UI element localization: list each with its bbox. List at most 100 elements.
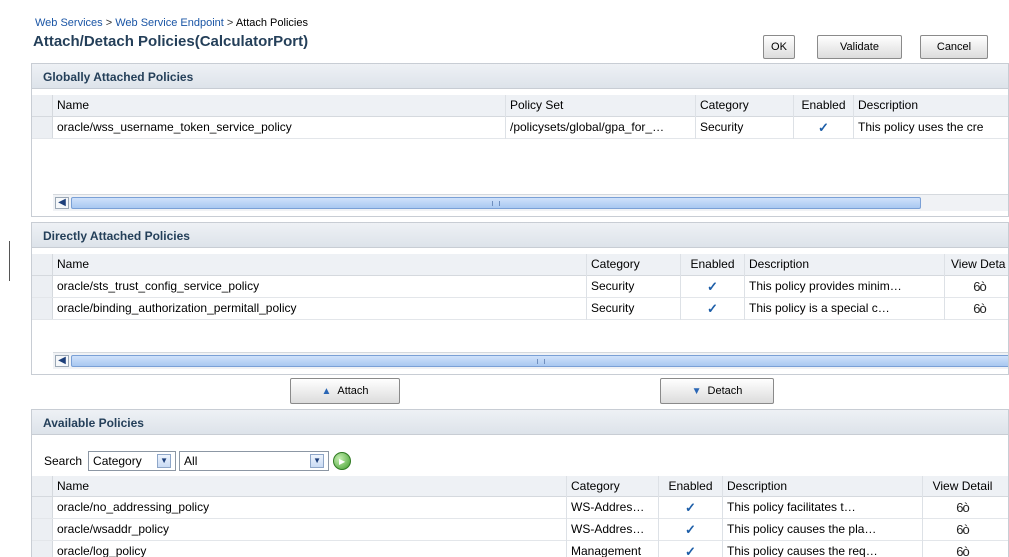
table-row[interactable]: oracle/no_addressing_policy WS-Addres… ✓… <box>32 497 1008 519</box>
view-detail-glasses-icon[interactable]: 6ò <box>944 276 1008 298</box>
row-gutter <box>32 298 53 319</box>
policy-description: This policy uses the cre <box>853 117 1008 139</box>
column-header-view-detail[interactable]: View Deta <box>944 254 1008 276</box>
breadcrumb: Web Services > Web Service Endpoint > At… <box>35 17 308 29</box>
policy-name: oracle/wss_username_token_service_policy <box>57 120 292 134</box>
cancel-button[interactable]: Cancel <box>920 35 988 59</box>
policy-description: This policy is a special c… <box>744 298 944 320</box>
row-gutter <box>32 519 53 540</box>
column-header-category[interactable]: Category <box>695 95 793 117</box>
directly-attached-policies-panel: Directly Attached Policies Name Category… <box>31 222 1009 375</box>
check-icon: ✓ <box>658 497 722 519</box>
column-header-view-detail[interactable]: View Detail <box>922 476 1002 498</box>
column-header-category[interactable]: Category <box>566 476 658 498</box>
ok-button[interactable]: OK <box>763 35 795 59</box>
policy-name: oracle/binding_authorization_permitall_p… <box>57 301 297 315</box>
table-row[interactable]: oracle/wss_username_token_service_policy… <box>32 117 1008 139</box>
breadcrumb-separator: > <box>226 17 234 29</box>
globally-attached-policies-panel: Globally Attached Policies Name Policy S… <box>31 63 1009 217</box>
panel-title: Available Policies <box>32 410 1008 435</box>
policy-category: Security <box>586 276 680 298</box>
attach-label: Attach <box>337 385 369 397</box>
attach-up-arrow-icon: ▲ <box>321 385 332 397</box>
row-gutter <box>32 497 53 518</box>
dropdown-arrow-icon: ▼ <box>157 454 172 468</box>
check-icon: ✓ <box>793 117 853 139</box>
table-row[interactable]: oracle/wsaddr_policy WS-Addres… ✓ This p… <box>32 519 1008 541</box>
column-header-name[interactable]: Name <box>53 476 566 498</box>
check-icon: ✓ <box>680 276 744 298</box>
row-gutter <box>32 276 53 297</box>
check-icon: ✓ <box>680 298 744 320</box>
policy-category: WS-Addres… <box>566 519 658 541</box>
column-header-enabled[interactable]: Enabled <box>680 254 744 276</box>
dropdown-arrow-icon: ▼ <box>310 454 325 468</box>
column-header-enabled[interactable]: Enabled <box>658 476 722 498</box>
detach-down-arrow-icon: ▼ <box>691 385 702 397</box>
left-edge-bar <box>9 241 10 281</box>
table-header-row: Name Category Enabled Description View D… <box>32 476 1008 498</box>
validate-button[interactable]: Validate <box>817 35 902 59</box>
detach-label: Detach <box>707 385 743 397</box>
policy-description: This policy causes the req… <box>722 541 922 557</box>
column-header-category[interactable]: Category <box>586 254 680 276</box>
policy-set: /policysets/global/gpa_for_… <box>505 117 695 139</box>
row-gutter <box>32 95 53 116</box>
breadcrumb-current: Attach Policies <box>235 17 308 29</box>
scroll-left-icon[interactable]: ◀ <box>55 355 69 367</box>
column-header-name[interactable]: Name <box>53 254 586 276</box>
column-header-description[interactable]: Description <box>744 254 944 276</box>
view-detail-glasses-icon[interactable]: 6ò <box>944 298 1008 320</box>
go-icon[interactable]: ▶ <box>333 452 352 470</box>
column-header-description[interactable]: Description <box>853 95 1008 117</box>
panel-title: Directly Attached Policies <box>32 223 1008 248</box>
scrollbar-thumb[interactable] <box>71 197 921 209</box>
search-value-select[interactable]: All ▼ <box>179 451 330 471</box>
scroll-left-icon[interactable]: ◀ <box>55 197 69 209</box>
table-header-row: Name Policy Set Category Enabled Descrip… <box>32 95 1008 117</box>
table-row[interactable]: oracle/log_policy Management ✓ This poli… <box>32 541 1008 557</box>
page-title: Attach/Detach Policies(CalculatorPort) <box>33 33 309 50</box>
horizontal-scrollbar[interactable]: ◀ <box>53 194 1008 211</box>
table-row[interactable]: oracle/sts_trust_config_service_policy S… <box>32 276 1008 298</box>
policy-category: Security <box>695 117 793 139</box>
column-header-policy-set[interactable]: Policy Set <box>505 95 695 117</box>
table-row[interactable]: oracle/binding_authorization_permitall_p… <box>32 298 1008 320</box>
row-gutter <box>32 254 53 275</box>
search-value: All <box>184 454 198 468</box>
row-gutter <box>32 476 53 496</box>
search-bar: Search Category ▼ All ▼ ▶ <box>44 450 352 472</box>
policy-description: This policy causes the pla… <box>722 519 922 541</box>
column-header-name[interactable]: Name <box>53 95 505 117</box>
policy-name: oracle/wsaddr_policy <box>57 522 170 536</box>
row-gutter <box>32 117 53 138</box>
attach-button[interactable]: ▲ Attach <box>290 378 400 404</box>
horizontal-scrollbar[interactable]: ◀ <box>53 352 1008 369</box>
search-field-value: Category <box>93 454 142 468</box>
view-detail-glasses-icon[interactable]: 6ò <box>922 541 1002 557</box>
policy-description: This policy facilitates t… <box>722 497 922 519</box>
policy-category: Security <box>586 298 680 320</box>
policy-name: oracle/no_addressing_policy <box>57 500 210 514</box>
row-gutter <box>32 541 53 557</box>
search-label: Search <box>44 454 83 468</box>
view-detail-glasses-icon[interactable]: 6ò <box>922 497 1002 519</box>
panel-title: Globally Attached Policies <box>32 64 1008 89</box>
table-header-row: Name Category Enabled Description View D… <box>32 254 1008 276</box>
detach-button[interactable]: ▼ Detach <box>660 378 774 404</box>
view-detail-glasses-icon[interactable]: 6ò <box>922 519 1002 541</box>
check-icon: ✓ <box>658 519 722 541</box>
policy-name: oracle/sts_trust_config_service_policy <box>57 279 260 293</box>
policy-description: This policy provides minim… <box>744 276 944 298</box>
policy-category: Management <box>566 541 658 557</box>
policy-category: WS-Addres… <box>566 497 658 519</box>
available-policies-panel: Available Policies Search Category ▼ All… <box>31 409 1009 557</box>
breadcrumb-link-web-services[interactable]: Web Services <box>35 17 103 29</box>
column-header-enabled[interactable]: Enabled <box>793 95 853 117</box>
check-icon: ✓ <box>658 541 722 557</box>
scrollbar-thumb[interactable] <box>71 355 1008 367</box>
search-field-select[interactable]: Category ▼ <box>88 451 177 471</box>
breadcrumb-link-web-service-endpoint[interactable]: Web Service Endpoint <box>115 17 224 29</box>
column-header-description[interactable]: Description <box>722 476 922 498</box>
breadcrumb-separator: > <box>105 17 113 29</box>
